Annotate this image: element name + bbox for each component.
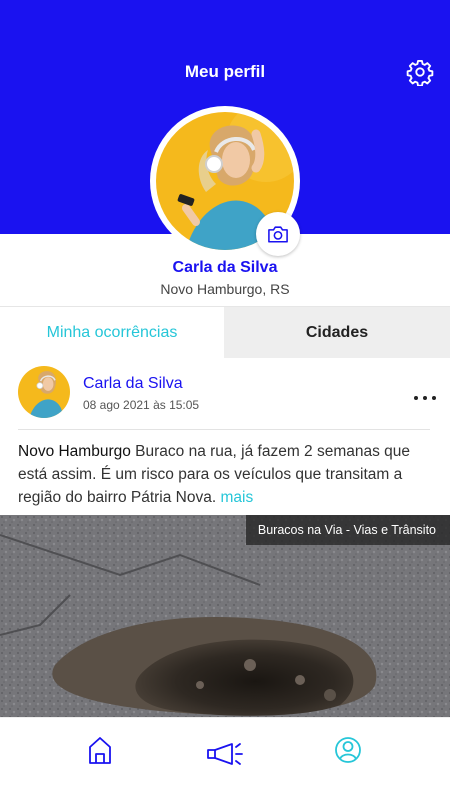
post-date: 08 ago 2021 às 15:05 bbox=[83, 398, 200, 412]
more-dot bbox=[414, 396, 418, 400]
nav-home[interactable] bbox=[80, 733, 120, 767]
post-city: Novo Hamburgo bbox=[18, 443, 131, 460]
settings-button[interactable] bbox=[406, 58, 434, 87]
camera-icon bbox=[268, 226, 288, 243]
post-photo[interactable] bbox=[0, 515, 450, 717]
gear-icon bbox=[406, 59, 434, 87]
post-author-avatar[interactable] bbox=[18, 366, 70, 418]
more-options-button[interactable] bbox=[414, 392, 436, 404]
nav-profile[interactable] bbox=[328, 733, 368, 767]
read-more-link[interactable]: mais bbox=[220, 489, 253, 506]
more-dot bbox=[432, 396, 436, 400]
category-badge: Buracos na Via - Vias e Trânsito bbox=[245, 515, 450, 545]
more-dot bbox=[423, 396, 427, 400]
nav-report[interactable] bbox=[205, 733, 245, 767]
tab-minha-ocorrencias[interactable]: Minha ocorrências bbox=[0, 307, 224, 358]
change-photo-button[interactable] bbox=[256, 212, 300, 256]
bottom-navigation bbox=[0, 717, 450, 800]
post-divider bbox=[18, 429, 430, 430]
profile-city: Novo Hamburgo, RS bbox=[160, 281, 290, 297]
home-icon bbox=[89, 737, 111, 764]
post-body: Novo Hamburgo Buraco na rua, já fazem 2 … bbox=[18, 440, 432, 509]
tab-cidades[interactable]: Cidades bbox=[224, 307, 450, 358]
megaphone-icon bbox=[207, 743, 243, 765]
post-author-name[interactable]: Carla da Silva bbox=[83, 375, 183, 393]
page-title: Meu perfil bbox=[184, 62, 266, 81]
user-icon bbox=[335, 737, 361, 763]
profile-name: Carla da Silva bbox=[172, 259, 278, 276]
profile-tabs: Minha ocorrências Cidades bbox=[0, 306, 450, 358]
